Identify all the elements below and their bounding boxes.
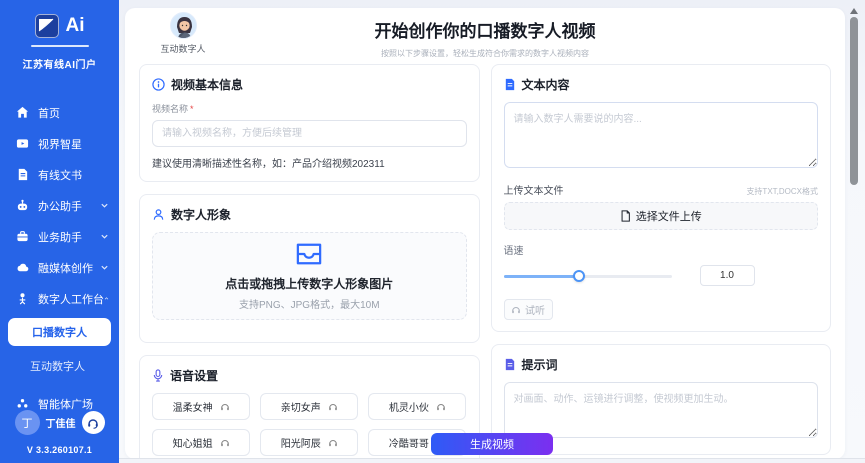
prompt-input[interactable]: [504, 382, 819, 438]
speed-slider[interactable]: [504, 270, 672, 282]
avatar-upload-dropzone[interactable]: 点击或拖拽上传数字人形象图片 支持PNG、JPG格式，最大10M: [152, 232, 467, 320]
cloud-icon: [15, 261, 29, 275]
upload-file-format: 支持TXT,DOCX格式: [746, 186, 818, 197]
sidebar-item-video[interactable]: 视界智星: [0, 128, 119, 159]
video-name-label: 视频名称: [152, 104, 188, 114]
scrollbar-thumb[interactable]: [850, 17, 858, 185]
page-title: 开始创作你的口播数字人视频: [125, 17, 845, 42]
sidebar-subitem-interactive-digital-human[interactable]: 互动数字人: [0, 350, 119, 382]
voice-option-button[interactable]: 亲切女声: [260, 393, 358, 420]
sidebar: Ai 江苏有线AI门户 首页 视界智星 有线文书 办公助手 业务助手 融媒体创作: [0, 0, 119, 463]
avatar-upload-title: 数字人形象: [171, 206, 231, 223]
sidebar-item-digital-human-workbench[interactable]: 数字人工作台: [0, 283, 119, 314]
avatar-upload-card: 数字人形象 点击或拖拽上传数字人形象图片 支持PNG、JPG格式，最大10M: [139, 194, 480, 343]
group-icon: [15, 397, 29, 411]
interactive-digital-human-avatar: [170, 12, 197, 39]
content-panel: 互动数字人 开始创作你的口播数字人视频 按照以下步骤设置，轻松生成符合你需求的数…: [125, 8, 845, 459]
home-icon: [15, 106, 29, 120]
chevron-down-icon: [100, 263, 109, 272]
info-icon: [152, 78, 165, 91]
video-info-card: 视频基本信息 视频名称* 建议使用清晰描述性名称，如：产品介绍视频202311: [139, 64, 480, 182]
mode-avatar-label: 互动数字人: [153, 42, 213, 55]
inbox-icon: [294, 241, 324, 267]
bottom-strip: [119, 458, 865, 463]
choose-file-button[interactable]: 选择文件上传: [504, 202, 819, 230]
sidebar-item-home[interactable]: 首页: [0, 97, 119, 128]
speed-label: 语速: [504, 242, 819, 257]
headphone-icon: [328, 402, 338, 412]
voice-settings-title: 语音设置: [170, 367, 218, 384]
sidebar-footer: 丁 丁佳佳 V 3.3.260107.1: [0, 410, 119, 455]
video-info-title: 视频基本信息: [171, 76, 243, 93]
robot-icon: [15, 199, 29, 213]
required-mark: *: [190, 104, 194, 114]
video-icon: [15, 137, 29, 151]
logo-text: Ai: [66, 15, 85, 37]
text-content-card: 文本内容 上传文本文件 支持TXT,DOCX格式 选择文件上传 语速: [491, 64, 832, 332]
video-name-input[interactable]: [152, 120, 467, 147]
video-name-hint: 建议使用清晰描述性名称，如：产品介绍视频202311: [152, 155, 467, 170]
sidebar-item-office-assistant[interactable]: 办公助手: [0, 190, 119, 221]
page-header: 互动数字人 开始创作你的口播数字人视频 按照以下步骤设置，轻松生成符合你需求的数…: [125, 8, 845, 60]
sidebar-item-document[interactable]: 有线文书: [0, 159, 119, 190]
generate-video-button[interactable]: 生成视频: [431, 433, 553, 455]
portal-name: 江苏有线AI门户: [0, 56, 119, 71]
scrollbar-up-arrow[interactable]: [850, 8, 858, 14]
sidebar-item-business-assistant[interactable]: 业务助手: [0, 221, 119, 252]
user-avatar[interactable]: 丁: [15, 410, 40, 435]
user-name: 丁佳佳: [46, 415, 76, 430]
speed-value-input[interactable]: [700, 265, 755, 286]
version-label: V 3.3.260107.1: [0, 445, 119, 455]
headphone-icon: [436, 402, 446, 412]
chevron-down-icon: [100, 201, 109, 210]
sidebar-subitem-broadcast-digital-human[interactable]: 口播数字人: [8, 318, 111, 346]
customer-service-icon[interactable]: [82, 411, 105, 434]
left-column: 视频基本信息 视频名称* 建议使用清晰描述性名称，如：产品介绍视频202311 …: [139, 64, 480, 459]
document-purple-icon: [504, 358, 516, 371]
voice-option-button[interactable]: 知心姐姐: [152, 429, 250, 456]
chevron-up-icon: [104, 294, 109, 303]
slider-handle[interactable]: [573, 270, 585, 282]
voice-option-button[interactable]: 机灵小伙: [368, 393, 466, 420]
sidebar-item-media-creation[interactable]: 融媒体创作: [0, 252, 119, 283]
right-column: 文本内容 上传文本文件 支持TXT,DOCX格式 选择文件上传 语速: [491, 64, 832, 459]
file-icon: [620, 210, 631, 222]
headphone-icon: [220, 402, 230, 412]
speech-text-input[interactable]: [504, 102, 819, 168]
logo-flag-icon: [35, 14, 59, 38]
voice-option-button[interactable]: 温柔女神: [152, 393, 250, 420]
person-icon: [15, 292, 29, 306]
document-icon: [15, 168, 29, 182]
upload-file-label: 上传文本文件: [504, 182, 564, 197]
voice-settings-card: 语音设置 温柔女神 亲切女声 机灵小伙 知心姐姐 阳光阿辰 冷酷哥哥: [139, 355, 480, 459]
person-outline-icon: [152, 208, 165, 221]
voice-option-button[interactable]: 阳光阿辰: [260, 429, 358, 456]
main-area: 互动数字人 开始创作你的口播数字人视频 按照以下步骤设置，轻松生成符合你需求的数…: [119, 0, 865, 463]
logo-divider: [31, 45, 89, 47]
text-content-title: 文本内容: [522, 76, 570, 93]
briefcase-icon: [15, 230, 29, 244]
logo: Ai: [0, 14, 119, 38]
upload-main-text: 点击或拖拽上传数字人形象图片: [225, 275, 393, 292]
slider-fill: [504, 275, 580, 278]
prompt-title: 提示词: [522, 356, 558, 373]
headphone-icon: [220, 438, 230, 448]
voice-grid: 温柔女神 亲切女声 机灵小伙 知心姐姐 阳光阿辰 冷酷哥哥: [152, 393, 467, 456]
upload-hint-text: 支持PNG、JPG格式，最大10M: [239, 296, 380, 311]
sidebar-menu: 首页 视界智星 有线文书 办公助手 业务助手 融媒体创作 数字人工作台: [0, 97, 119, 419]
mode-avatar-block[interactable]: 互动数字人: [153, 12, 213, 55]
headphone-icon: [511, 305, 521, 315]
document-blue-icon: [504, 78, 516, 91]
listen-button[interactable]: 试听: [504, 299, 553, 320]
headphone-icon: [328, 438, 338, 448]
page-subtitle: 按照以下步骤设置，轻松生成符合你需求的数字人视频内容: [125, 48, 845, 59]
chevron-down-icon: [100, 232, 109, 241]
microphone-icon: [152, 369, 164, 382]
vertical-scrollbar[interactable]: [849, 8, 858, 455]
